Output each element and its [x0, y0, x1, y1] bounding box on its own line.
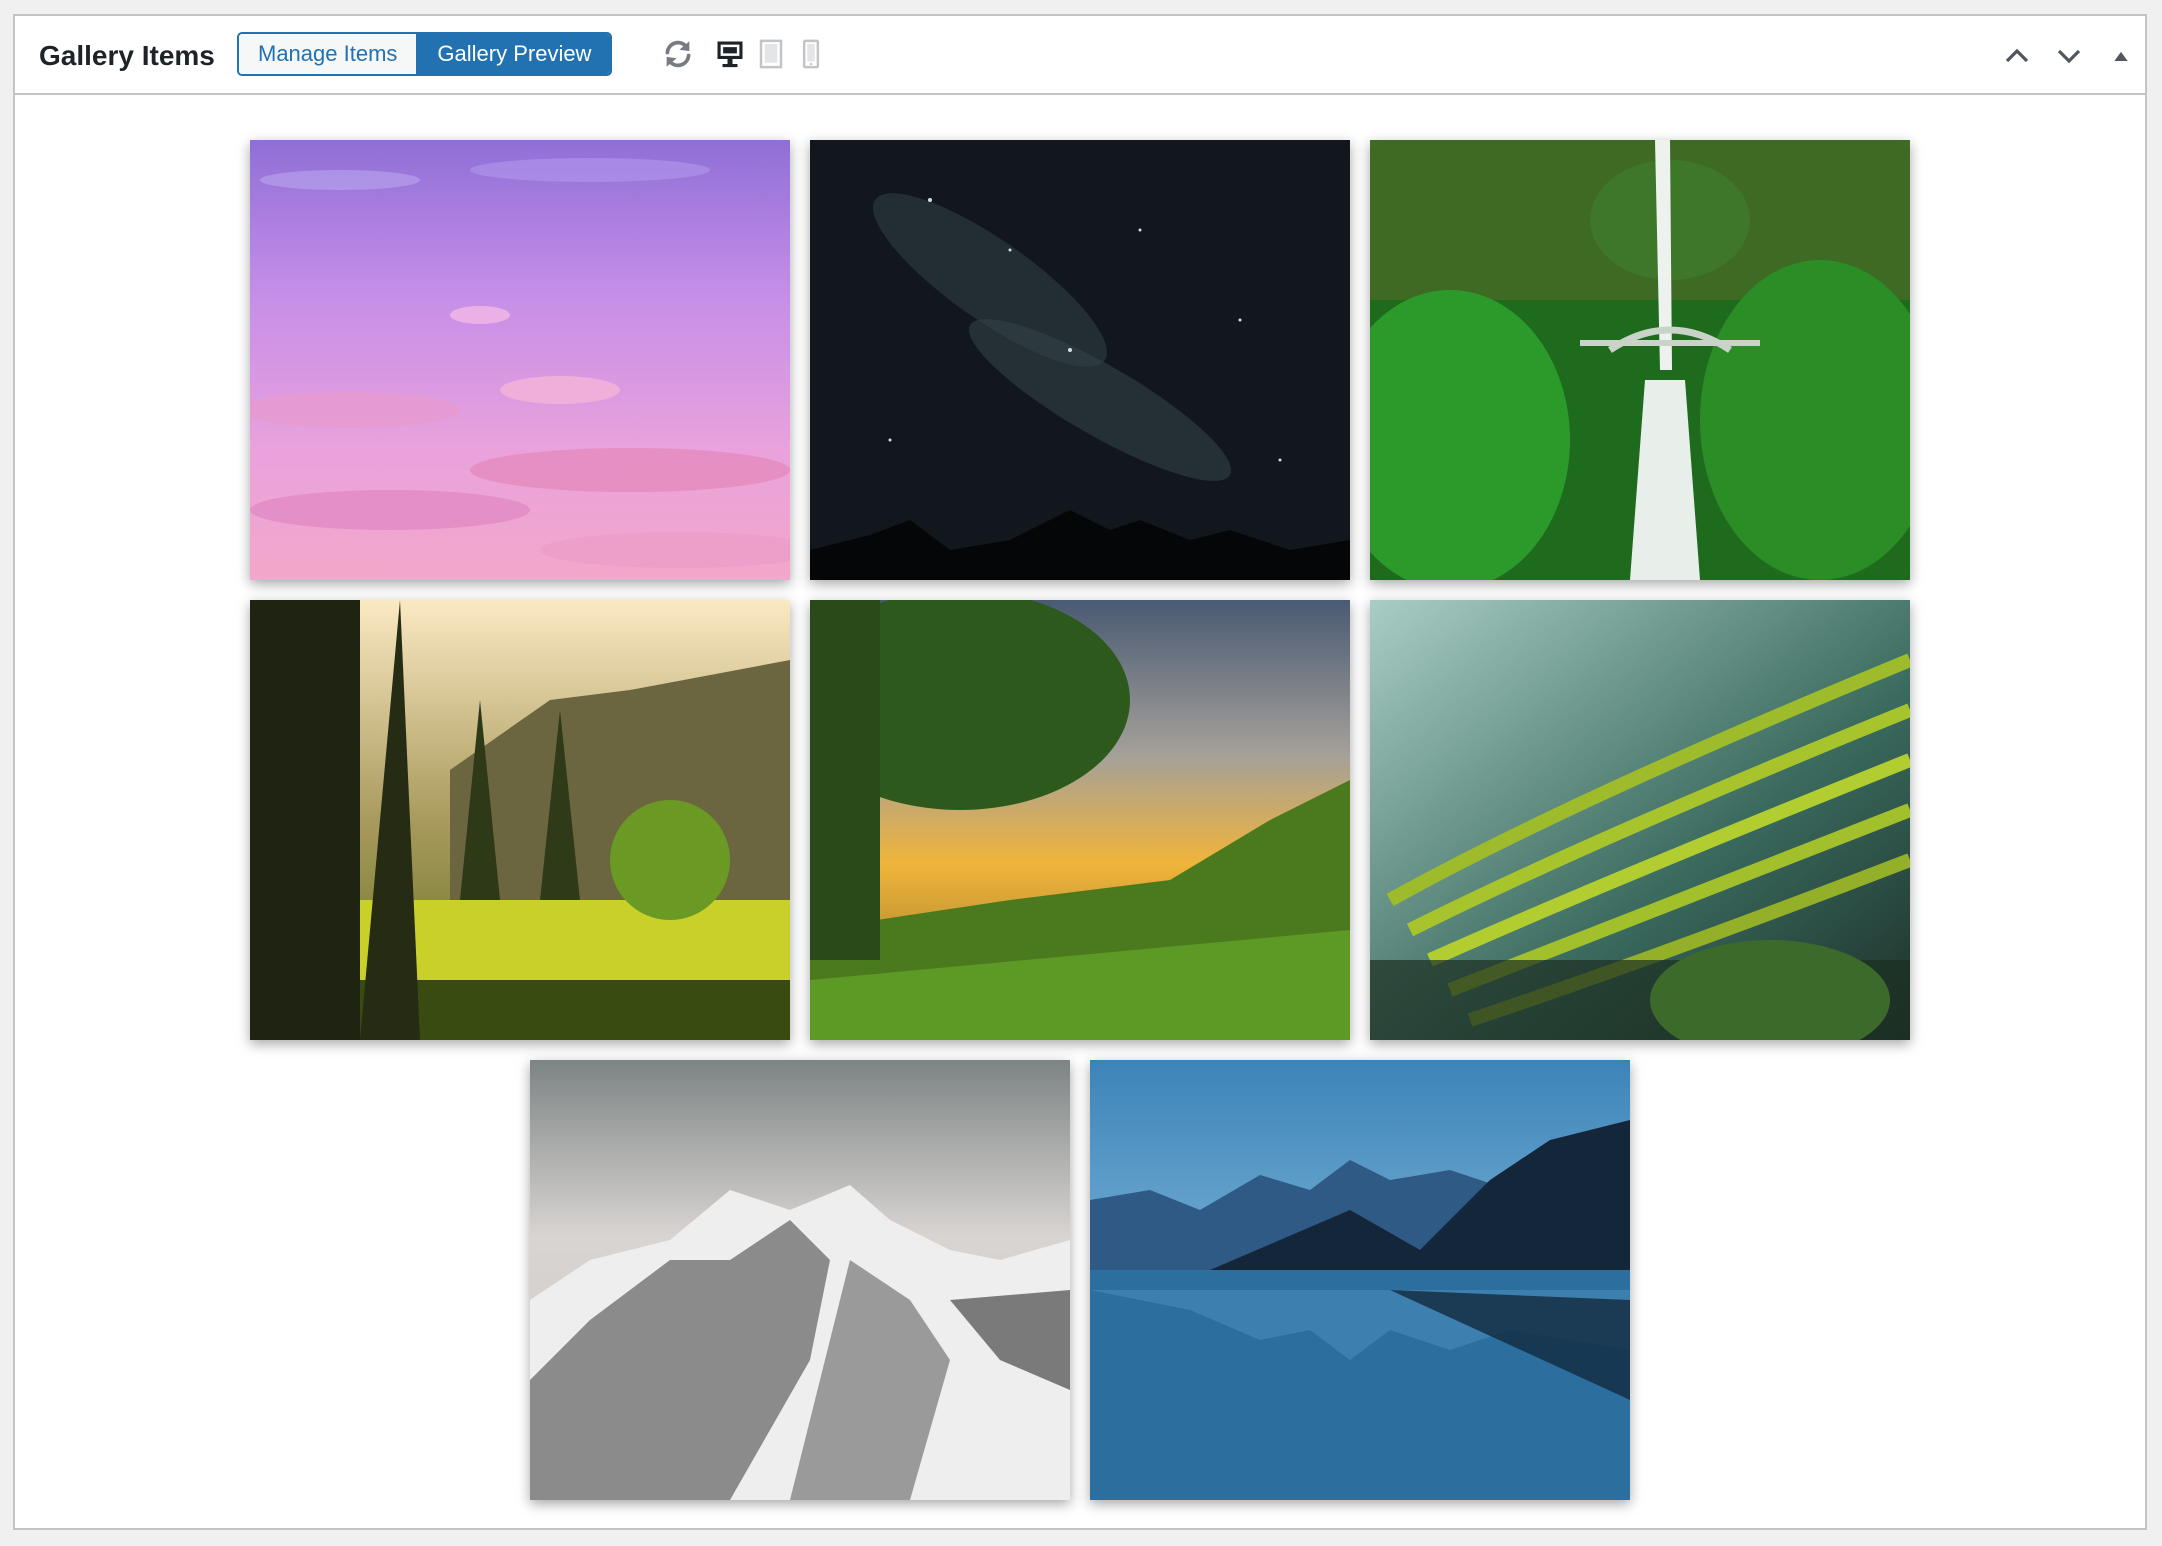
gallery-image[interactable]	[810, 600, 1350, 1040]
gallery-items-panel: Gallery Items Manage Items Gallery Previ…	[13, 14, 2147, 1530]
gallery-image[interactable]	[530, 1060, 1070, 1500]
panel-title: Gallery Items	[39, 40, 215, 71]
valley-sunset-image	[810, 600, 1350, 1040]
sunset-sky-image	[250, 140, 790, 580]
gallery-image[interactable]	[250, 140, 790, 580]
gallery-preview-tab[interactable]: Gallery Preview	[418, 34, 611, 74]
gallery-image[interactable]	[1370, 600, 1910, 1040]
snowy-mountains-image	[530, 1060, 1070, 1500]
move-down-icon[interactable]	[2049, 36, 2089, 76]
collapse-icon[interactable]	[2101, 36, 2141, 76]
refresh-icon[interactable]	[660, 36, 696, 72]
manage-items-tab[interactable]: Manage Items	[239, 34, 419, 74]
desktop-icon[interactable]	[712, 36, 748, 72]
gallery-preview	[15, 95, 2145, 1528]
night-sky-image	[810, 140, 1350, 580]
panel-header: Gallery Items Manage Items Gallery Previ…	[15, 16, 2145, 95]
waterfall-image	[1370, 140, 1910, 580]
forest-meadow-image	[250, 600, 790, 1040]
tablet-icon[interactable]	[753, 36, 789, 72]
view-toggle: Manage Items Gallery Preview	[237, 32, 613, 76]
gallery-image[interactable]	[250, 600, 790, 1040]
mountain-lake-image	[1090, 1060, 1630, 1500]
gallery-image[interactable]	[1370, 140, 1910, 580]
move-up-icon[interactable]	[1997, 36, 2037, 76]
rice-terraces-image	[1370, 600, 1910, 1040]
gallery-image[interactable]	[810, 140, 1350, 580]
mobile-icon[interactable]	[793, 36, 829, 72]
gallery-image[interactable]	[1090, 1060, 1630, 1500]
